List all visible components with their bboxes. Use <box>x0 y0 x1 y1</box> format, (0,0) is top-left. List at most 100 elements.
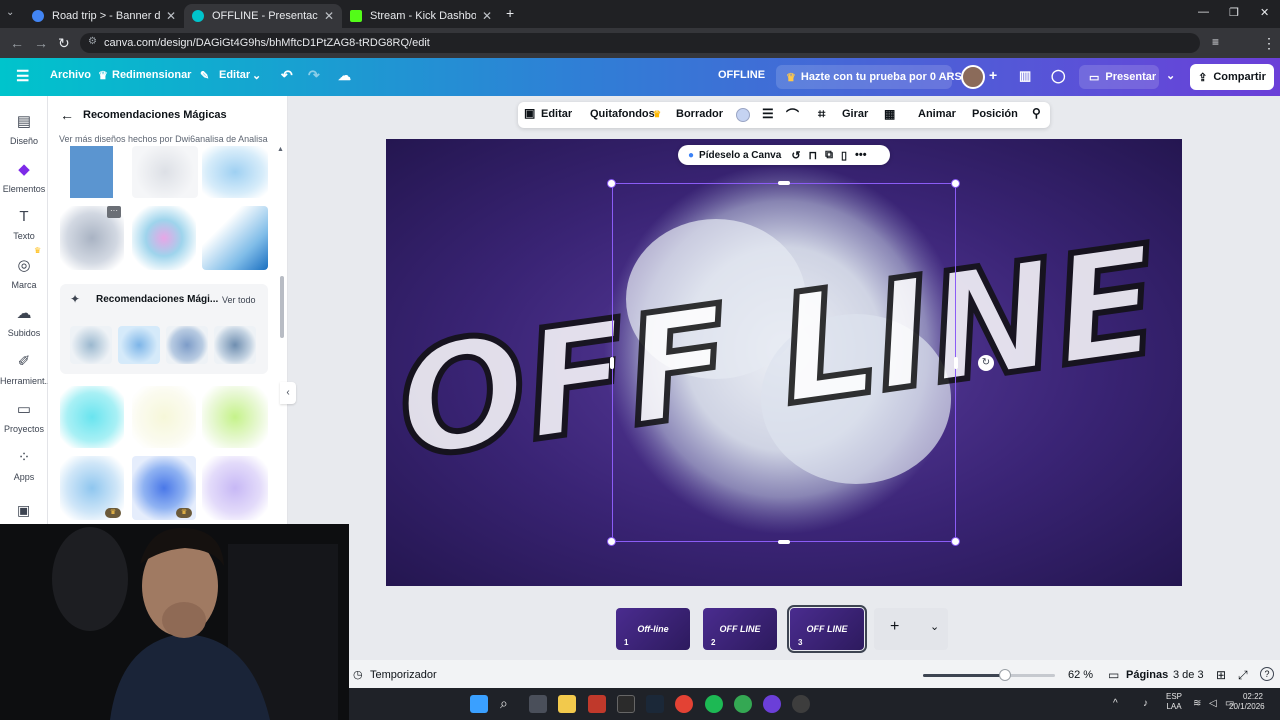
insights-chart-icon[interactable]: ▥ <box>1019 68 1031 84</box>
graphic-thumbnail[interactable] <box>214 326 256 364</box>
resize-handle[interactable] <box>778 540 790 544</box>
tab-kick[interactable]: Stream - Kick Dashboard ✕ <box>342 4 500 28</box>
graphic-thumbnail[interactable] <box>118 326 160 364</box>
lock-icon[interactable]: ⊓ <box>809 149 818 162</box>
chrome-profile-icon[interactable] <box>734 695 752 713</box>
scroll-up-icon[interactable]: ▲ <box>277 146 284 153</box>
forward-icon[interactable]: → <box>34 35 48 51</box>
graphic-thumbnail[interactable] <box>166 326 208 364</box>
back-icon[interactable]: ← <box>10 35 24 51</box>
tab-road-trip[interactable]: Road trip > - Banner de exterio ✕ <box>24 4 184 28</box>
spotify-icon[interactable] <box>705 695 723 713</box>
resize-handle[interactable] <box>954 357 958 369</box>
graphic-thumbnail[interactable] <box>132 386 196 448</box>
resize-handle[interactable] <box>607 179 616 188</box>
fullscreen-icon[interactable]: ⤢ <box>1238 668 1248 683</box>
queue-icon[interactable]: ≡ <box>1212 35 1219 49</box>
resize-handle[interactable] <box>951 537 960 546</box>
app-icon[interactable] <box>792 695 810 713</box>
store-icon[interactable] <box>529 695 547 713</box>
present-button[interactable]: ▭ Presentar <box>1079 65 1159 89</box>
photo-icon[interactable]: ▣ <box>17 502 30 519</box>
volume-icon[interactable]: ◁ <box>1209 698 1217 709</box>
add-collaborator-icon[interactable]: + <box>989 67 997 83</box>
close-icon[interactable]: ✕ <box>324 9 334 23</box>
collapse-panel-chevron-icon[interactable]: ‹ <box>280 382 296 404</box>
rail-item-texto[interactable]: T Texto <box>0 208 48 241</box>
file-explorer-icon[interactable] <box>558 695 576 713</box>
transparency-icon[interactable]: ▦ <box>884 107 895 121</box>
add-page-button[interactable]: + ⌄ <box>874 608 948 650</box>
user-avatar[interactable] <box>961 65 985 89</box>
search-icon[interactable]: ⌕ <box>500 695 518 713</box>
chevron-up-icon[interactable]: ^ <box>1113 698 1118 709</box>
close-icon[interactable]: ✕ <box>482 9 492 23</box>
flip-button[interactable]: Girar <box>842 108 868 120</box>
rail-item-diseno[interactable]: ▤ Diseño <box>0 112 48 146</box>
zoom-slider[interactable] <box>923 669 1055 681</box>
animate-button[interactable]: Animar <box>918 108 956 120</box>
resize-handle[interactable] <box>610 357 614 369</box>
resize-handle[interactable] <box>607 537 616 546</box>
undo-icon[interactable]: ↶ <box>281 67 293 84</box>
new-tab-icon[interactable]: + <box>506 5 514 21</box>
document-title[interactable]: OFFLINE <box>718 69 765 81</box>
tab-offline[interactable]: OFFLINE - Presentación ✕ <box>184 4 342 28</box>
resize-button[interactable]: Redimensionar <box>112 69 191 81</box>
fill-color-swatch[interactable] <box>736 108 750 122</box>
bg-remover-button[interactable]: Quitafondos <box>590 108 655 120</box>
panel-scrollbar[interactable] <box>280 276 284 338</box>
graphic-thumbnail[interactable] <box>132 206 196 270</box>
copy-style-icon[interactable]: ⚲ <box>1032 106 1041 120</box>
resize-handle[interactable] <box>951 179 960 188</box>
browser-menu-icon[interactable]: ⋮ <box>1262 35 1276 52</box>
graphic-thumbnail[interactable] <box>202 386 268 448</box>
minimize-icon[interactable]: — <box>1198 6 1209 18</box>
rail-item-marca[interactable]: ◎ Marca <box>0 256 48 290</box>
zoom-value[interactable]: 62 % <box>1068 669 1093 681</box>
steam-icon[interactable] <box>646 695 664 713</box>
app-icon[interactable] <box>588 695 606 713</box>
replace-icon[interactable]: ↺ <box>791 149 800 162</box>
chevron-down-icon[interactable]: ⌄ <box>252 69 261 82</box>
graphic-thumbnail[interactable] <box>202 206 268 270</box>
graphic-thumbnail[interactable] <box>70 326 112 364</box>
position-button[interactable]: Posición <box>972 108 1018 120</box>
pages-button[interactable]: Páginas <box>1126 669 1168 681</box>
ask-canva-button[interactable]: Pídeselo a Canva <box>699 150 781 161</box>
corner-rounding-icon[interactable]: ⌒ <box>786 105 799 124</box>
page-thumbnail-2[interactable]: OFF LINE 2 <box>703 608 777 650</box>
maximize-icon[interactable]: ❐ <box>1229 6 1239 19</box>
chrome-icon[interactable] <box>675 695 693 713</box>
grid-view-icon[interactable]: ⊞ <box>1216 668 1226 682</box>
more-options-icon[interactable]: ••• <box>855 149 867 161</box>
cloud-saved-icon[interactable]: ☁ <box>338 68 351 84</box>
comments-icon[interactable]: ◯ <box>1051 68 1066 84</box>
rail-item-subidos[interactable]: ☁ Subidos <box>0 304 48 338</box>
selection-box[interactable] <box>612 183 956 542</box>
resize-handle[interactable] <box>778 181 790 185</box>
obs-icon[interactable] <box>763 695 781 713</box>
eraser-button[interactable]: Borrador <box>676 108 723 120</box>
edit-image-button[interactable]: Editar <box>541 108 572 120</box>
chevron-down-icon[interactable]: ⌄ <box>930 620 939 633</box>
back-arrow-icon[interactable]: ← <box>60 107 74 123</box>
crop-icon[interactable]: ⌗ <box>818 106 825 122</box>
window-close-icon[interactable]: ✕ <box>1260 6 1269 19</box>
rail-item-elementos[interactable]: ◆ Elementos <box>0 160 48 194</box>
start-menu-icon[interactable] <box>470 695 488 713</box>
close-icon[interactable]: ✕ <box>166 9 176 23</box>
zoom-slider-knob[interactable] <box>998 669 1011 681</box>
timer-button[interactable]: Temporizador <box>370 669 437 681</box>
graphic-thumbnail[interactable] <box>70 146 113 198</box>
epic-games-icon[interactable] <box>617 695 635 713</box>
redo-icon[interactable]: ↷ <box>308 67 320 84</box>
page-thumbnail-1[interactable]: Off-line 1 <box>616 608 690 650</box>
present-options-chevron-icon[interactable]: ⌄ <box>1166 69 1175 82</box>
microphone-icon[interactable]: ♪ <box>1143 698 1148 709</box>
file-menu-button[interactable]: Archivo <box>50 69 91 81</box>
url-bar[interactable]: ⚙ canva.com/design/DAGiGt4G9hs/bhMftcD1P… <box>80 33 1200 53</box>
hamburger-menu-icon[interactable]: ☰ <box>16 67 29 85</box>
graphic-thumbnail[interactable] <box>202 146 268 198</box>
site-info-icon[interactable]: ⚙ <box>88 36 97 47</box>
